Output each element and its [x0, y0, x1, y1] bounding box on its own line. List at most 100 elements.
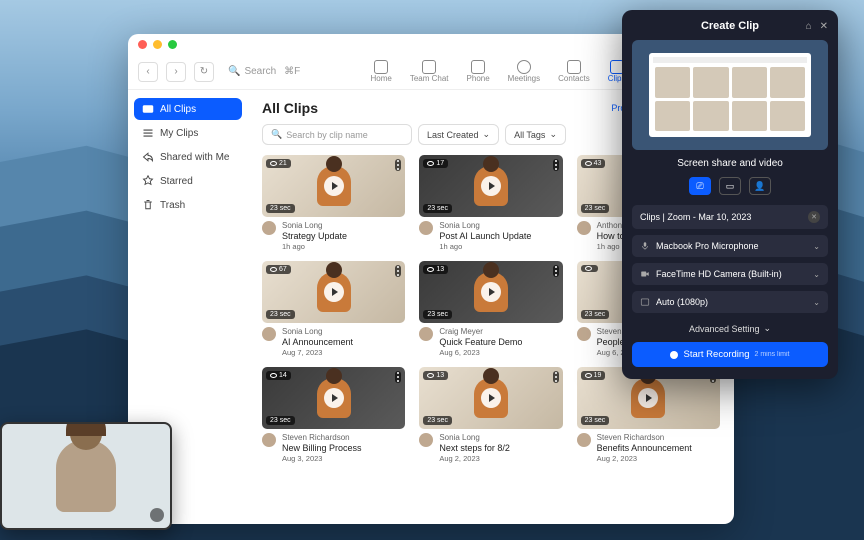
clip-title-input[interactable]: ✕: [632, 205, 828, 229]
play-icon: [481, 282, 501, 302]
clip-title: Strategy Update: [282, 231, 347, 241]
sidebar-item-shared[interactable]: Shared with Me: [134, 146, 242, 168]
clip-card[interactable]: 13 23 sec Sonia Long Next steps for 8/2 …: [419, 367, 562, 463]
record-icon: [670, 351, 678, 359]
menu-home[interactable]: Home: [371, 60, 392, 83]
clip-title: Benefits Announcement: [597, 443, 692, 453]
clip-title: New Billing Process: [282, 443, 362, 453]
chevron-down-icon: ⌄: [813, 242, 820, 251]
clip-author: Sonia Long: [439, 221, 531, 230]
clip-menu-button[interactable]: [553, 159, 559, 171]
mode-screen-only[interactable]: ▭: [719, 177, 741, 195]
clip-card[interactable]: 21 23 sec Sonia Long Strategy Update 1h …: [262, 155, 405, 251]
avatar: [262, 221, 276, 235]
close-dot[interactable]: [138, 40, 147, 49]
chevron-down-icon: ⌄: [813, 270, 820, 279]
play-icon: [324, 388, 344, 408]
modal-title: Create Clip: [701, 20, 759, 32]
clip-author: Craig Meyer: [439, 327, 522, 336]
trash-icon: [142, 199, 154, 211]
close-icon[interactable]: ✕: [820, 21, 828, 32]
duration-badge: 23 sec: [423, 204, 452, 213]
clip-card[interactable]: 13 23 sec Craig Meyer Quick Feature Demo…: [419, 261, 562, 357]
clip-menu-button[interactable]: [395, 265, 401, 277]
menu-meetings[interactable]: Meetings: [508, 60, 540, 83]
mode-video-only[interactable]: 👤: [749, 177, 771, 195]
nav-back-button[interactable]: ‹: [138, 62, 158, 82]
clip-card[interactable]: 14 23 sec Steven Richardson New Billing …: [262, 367, 405, 463]
play-icon: [481, 176, 501, 196]
views-badge: 67: [266, 265, 291, 274]
page-title: All Clips: [262, 100, 318, 116]
duration-badge: 23 sec: [266, 310, 295, 319]
clip-search-input[interactable]: 🔍 Search by clip name: [262, 124, 412, 145]
mode-picker: ⎚ ▭ 👤: [632, 177, 828, 195]
microphone-select[interactable]: Macbook Pro Microphone ⌄: [632, 235, 828, 257]
search-icon: 🔍: [271, 129, 282, 140]
menu-team-chat[interactable]: Team Chat: [410, 60, 449, 83]
duration-badge: 23 sec: [581, 416, 610, 425]
avatar: [577, 327, 591, 341]
clip-card[interactable]: 67 23 sec Sonia Long AI Announcement Aug…: [262, 261, 405, 357]
sidebar-item-my-clips[interactable]: My Clips: [134, 122, 242, 144]
avatar: [577, 221, 591, 235]
eye-icon: [585, 373, 592, 378]
sidebar-item-starred[interactable]: Starred: [134, 170, 242, 192]
duration-badge: 23 sec: [266, 204, 295, 213]
clip-thumbnail[interactable]: 13 23 sec: [419, 261, 562, 323]
create-clip-modal: Create Clip ⌂ ✕ Screen share and video ⎚…: [622, 10, 838, 379]
list-icon: [142, 127, 154, 139]
clear-title-button[interactable]: ✕: [808, 211, 820, 223]
nav-forward-button[interactable]: ›: [166, 62, 186, 82]
sidebar-item-all-clips[interactable]: All Clips: [134, 98, 242, 120]
avatar: [419, 327, 433, 341]
clip-author: Steven Richardson: [597, 433, 692, 442]
clip-menu-button[interactable]: [395, 159, 401, 171]
eye-icon: [270, 373, 277, 378]
play-icon: [324, 176, 344, 196]
eye-icon: [585, 266, 592, 271]
pip-window[interactable]: [0, 422, 172, 530]
eye-icon: [270, 267, 277, 272]
clip-menu-button[interactable]: [553, 371, 559, 383]
global-search[interactable]: 🔍 Search ⌘F: [228, 66, 300, 77]
eye-icon: [427, 373, 434, 378]
clip-menu-button[interactable]: [553, 265, 559, 277]
clip-card[interactable]: 17 23 sec Sonia Long Post AI Launch Upda…: [419, 155, 562, 251]
play-icon: [324, 282, 344, 302]
duration-badge: 23 sec: [423, 310, 452, 319]
microphone-icon: [640, 241, 650, 251]
tags-select[interactable]: All Tags ⌄: [505, 124, 566, 145]
pip-expand-button[interactable]: [150, 508, 164, 522]
mode-screen-video[interactable]: ⎚: [689, 177, 711, 195]
start-recording-button[interactable]: Start Recording 2 mins limit: [632, 342, 828, 367]
sort-select[interactable]: Last Created ⌄: [418, 124, 499, 145]
home-icon[interactable]: ⌂: [806, 21, 812, 32]
advanced-settings-toggle[interactable]: Advanced Setting ⌄: [632, 323, 828, 334]
clip-thumbnail[interactable]: 21 23 sec: [262, 155, 405, 217]
camera-select[interactable]: FaceTime HD Camera (Built-in) ⌄: [632, 263, 828, 285]
clip-title-field[interactable]: [640, 212, 802, 222]
quality-select[interactable]: Auto (1080p) ⌄: [632, 291, 828, 313]
clip-thumbnail[interactable]: 14 23 sec: [262, 367, 405, 429]
history-button[interactable]: ↻: [194, 62, 214, 82]
maximize-dot[interactable]: [168, 40, 177, 49]
menu-contacts[interactable]: Contacts: [558, 60, 590, 83]
pip-person: [56, 440, 116, 512]
eye-icon: [270, 161, 277, 166]
clip-card[interactable]: 19 23 sec Steven Richardson Benefits Ann…: [577, 367, 720, 463]
chevron-down-icon: ⌄: [483, 129, 491, 140]
clip-date: Aug 3, 2023: [282, 454, 362, 463]
eye-icon: [427, 161, 434, 166]
minimize-dot[interactable]: [153, 40, 162, 49]
clip-thumbnail[interactable]: 67 23 sec: [262, 261, 405, 323]
menu-phone[interactable]: Phone: [467, 60, 490, 83]
clip-date: Aug 2, 2023: [439, 454, 510, 463]
clip-thumbnail[interactable]: 17 23 sec: [419, 155, 562, 217]
clip-menu-button[interactable]: [395, 371, 401, 383]
share-icon: [142, 151, 154, 163]
sidebar-item-trash[interactable]: Trash: [134, 194, 242, 216]
preview-pane: [632, 40, 828, 150]
clip-author: Sonia Long: [282, 221, 347, 230]
clip-thumbnail[interactable]: 13 23 sec: [419, 367, 562, 429]
